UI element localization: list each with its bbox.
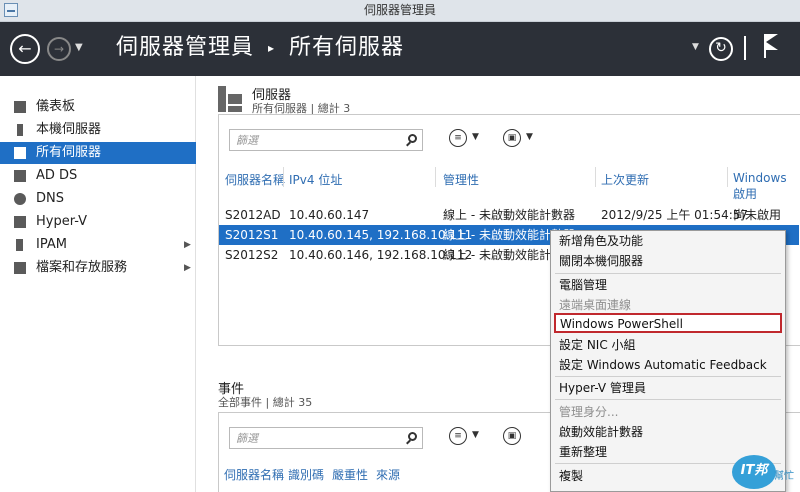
save-query-icon[interactable]: ▣ (503, 427, 521, 445)
menu-item-manage-as: 管理身分... (559, 405, 619, 419)
sidebar-item-hyper-v[interactable]: Hyper-V (0, 211, 196, 233)
sidebar-item-label: IPAM (36, 237, 67, 252)
ithome-watermark-logo: IT邦 幫忙 (732, 455, 796, 489)
sidebar: 儀表板 本機伺服器 所有伺服器 AD DS DNS Hyper-V IPAM ▶… (0, 76, 196, 492)
events-column-severity[interactable]: 嚴重性 (332, 466, 368, 483)
server-manager-app-icon (4, 3, 18, 17)
breadcrumb-current: 所有伺服器 (289, 35, 405, 60)
events-column-id[interactable]: 識別碼 (288, 466, 324, 483)
sidebar-item-file-storage[interactable]: 檔案和存放服務 ▶ (0, 257, 196, 279)
menu-item-computer-management[interactable]: 電腦管理 (551, 275, 785, 295)
list-options-icon[interactable]: ≡ (449, 427, 467, 445)
notifications-flag-icon[interactable] (764, 34, 780, 60)
dashboard-icon (14, 101, 26, 113)
column-divider (283, 167, 284, 187)
breadcrumb-root[interactable]: 伺服器管理員 (116, 35, 254, 60)
header-divider (744, 36, 746, 60)
menu-separator (555, 273, 781, 274)
column-divider (595, 167, 596, 187)
events-column-source[interactable]: 來源 (376, 466, 400, 483)
sidebar-item-label: 檔案和存放服務 (36, 260, 128, 275)
filter-placeholder: 篩選 (236, 432, 258, 445)
expand-arrow-icon[interactable]: ▶ (184, 257, 191, 279)
sidebar-item-ad-ds[interactable]: AD DS (0, 165, 196, 187)
events-filter-input[interactable]: 篩選 (229, 427, 423, 449)
sidebar-item-label: DNS (36, 191, 64, 206)
cell-activation: 尚未啟用 (733, 208, 782, 222)
sidebar-item-label: AD DS (36, 168, 78, 183)
sidebar-item-local-server[interactable]: 本機伺服器 (0, 119, 196, 141)
sidebar-item-ipam[interactable]: IPAM ▶ (0, 234, 196, 256)
list-options-dropdown-icon[interactable]: ▼ (472, 430, 479, 440)
local-server-icon (17, 124, 23, 136)
file-storage-icon (14, 262, 26, 274)
breadcrumb: 伺服器管理員 ▸ 所有伺服器 (116, 34, 404, 62)
header-dropdown-icon[interactable]: ▼ (692, 42, 699, 52)
servers-filter-input[interactable]: 篩選 (229, 129, 423, 151)
watermark-logo-text: IT邦 (732, 455, 776, 489)
cell-server-name: S2012AD (225, 208, 281, 222)
forward-arrow-icon[interactable]: → (47, 37, 71, 61)
hyperv-icon (14, 216, 26, 228)
refresh-icon[interactable]: ↻ (709, 37, 733, 61)
events-subtitle: 全部事件 | 總計 35 (218, 396, 313, 409)
menu-item-nic-teaming[interactable]: 設定 NIC 小組 (551, 335, 785, 355)
ipam-icon (16, 239, 23, 251)
menu-item-windows-powershell[interactable]: Windows PowerShell (554, 313, 782, 333)
menu-item-remote-desktop: 遠端桌面連線 (559, 298, 632, 312)
ad-ds-icon (14, 170, 26, 182)
servers-section-icon (218, 86, 242, 112)
back-arrow-icon[interactable]: ← (10, 34, 40, 64)
expand-arrow-icon[interactable]: ▶ (184, 234, 191, 256)
save-query-icon[interactable]: ▣ (503, 129, 521, 147)
menu-separator (555, 399, 781, 400)
sidebar-item-label: 儀表板 (36, 99, 76, 114)
sidebar-item-dashboard[interactable]: 儀表板 (0, 96, 196, 118)
dns-icon (14, 193, 26, 205)
menu-separator (555, 376, 781, 377)
menu-item-add-roles[interactable]: 新增角色及功能 (551, 231, 785, 251)
window-title: 伺服器管理員 (363, 3, 436, 17)
table-row[interactable]: S2012AD 10.40.60.147 線上 - 未啟動效能計數器 2012/… (219, 205, 799, 225)
menu-item-shutdown[interactable]: 關閉本機伺服器 (551, 251, 785, 271)
menu-item-hyperv-manager[interactable]: Hyper-V 管理員 (551, 378, 785, 398)
sidebar-item-label: 所有伺服器 (36, 145, 102, 160)
context-menu: 新增角色及功能 關閉本機伺服器 電腦管理 遠端桌面連線 Windows Powe… (550, 230, 786, 492)
cell-server-name: S2012S1 (225, 228, 279, 242)
cell-manageability: 線上 - 未啟動效能計數器 (443, 208, 575, 222)
cell-server-name: S2012S2 (225, 248, 279, 262)
list-options-icon[interactable]: ≡ (449, 129, 467, 147)
save-query-dropdown-icon[interactable]: ▼ (526, 132, 533, 142)
column-divider (727, 167, 728, 187)
all-servers-icon (14, 147, 26, 159)
cell-last-update: 2012/9/25 上午 01:54:57 (601, 208, 749, 222)
menu-item-start-performance-counters[interactable]: 啟動效能計數器 (551, 422, 785, 442)
history-dropdown-icon[interactable]: ▼ (75, 42, 83, 53)
sidebar-item-label: 本機伺服器 (36, 122, 102, 137)
events-column-server-name[interactable]: 伺服器名稱 (224, 466, 284, 483)
cell-ipv4: 10.40.60.147 (289, 208, 370, 222)
column-header-manageability[interactable]: 管理性 (443, 171, 479, 188)
sidebar-item-all-servers[interactable]: 所有伺服器 (0, 142, 196, 164)
search-icon[interactable] (408, 432, 417, 441)
column-header-server-name[interactable]: 伺服器名稱 (225, 171, 285, 188)
list-options-dropdown-icon[interactable]: ▼ (472, 132, 479, 142)
watermark-small-text: 幫忙 (774, 471, 794, 482)
breadcrumb-separator-icon: ▸ (268, 41, 276, 55)
sidebar-item-label: Hyper-V (36, 214, 88, 229)
header-bar: ← → ▼ 伺服器管理員 ▸ 所有伺服器 ▼ ↻ (0, 22, 800, 76)
column-header-ipv4[interactable]: IPv4 位址 (289, 171, 342, 188)
filter-placeholder: 篩選 (236, 134, 258, 147)
window-title-bar: 伺服器管理員 (0, 0, 800, 22)
column-header-windows-activation[interactable]: Windows 啟用 (733, 171, 800, 202)
column-divider (435, 167, 436, 187)
search-icon[interactable] (408, 134, 417, 143)
column-header-last-update[interactable]: 上次更新 (601, 171, 649, 188)
sidebar-item-dns[interactable]: DNS (0, 188, 196, 210)
menu-item-automatic-feedback[interactable]: 設定 Windows Automatic Feedback (551, 355, 785, 375)
